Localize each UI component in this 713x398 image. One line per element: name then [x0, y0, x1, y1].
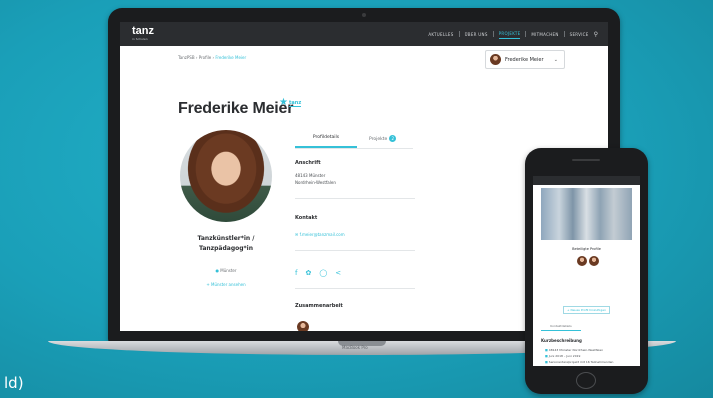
section-heading-kontakt: Kontakt — [295, 215, 318, 221]
tab-projekte[interactable]: Projekte 2 — [369, 135, 397, 142]
profile-role-line: Tanzkünstler*in / — [197, 235, 255, 242]
section-divider — [295, 198, 415, 199]
instagram-icon[interactable]: ◯ — [319, 269, 327, 277]
section-heading-zusammenarbeit: Zusammenarbeit — [295, 303, 343, 309]
section-divider — [295, 288, 415, 289]
phone-section-heading: Kurzbeschreibung — [541, 338, 582, 343]
camera-dot — [362, 13, 366, 17]
nav-item-ueber-uns[interactable]: ÜBER UNS — [465, 30, 488, 39]
phone-speaker — [572, 159, 600, 161]
phone-list-item: Juni 2018 – Juni 2019 — [545, 354, 581, 358]
nav-item-service[interactable]: SERVICE — [570, 30, 589, 39]
nav-menu: AKTUELLES ÜBER UNS PROJEKTE MITMACHEN SE… — [428, 22, 598, 46]
breadcrumb-current: Frederike Meier — [215, 55, 247, 60]
phone-avatar[interactable] — [577, 256, 587, 266]
chevron-down-icon: ⌄ — [553, 56, 558, 63]
nav-item-aktuelles[interactable]: AKTUELLES — [428, 30, 453, 39]
social-links: f ✿ ◯ < — [295, 269, 341, 277]
add-profile-button[interactable]: + Neues Profil hinzufügen — [563, 306, 610, 314]
share-icon[interactable]: < — [335, 269, 341, 277]
nav-divider — [563, 31, 565, 37]
phone-list-item: Seniorentanzprojekt mit 16 Teilnehmenden — [545, 360, 614, 364]
nav-divider — [525, 31, 527, 37]
phone-screen: Beteiligte Profile + Neues Profil hinzuf… — [533, 176, 640, 366]
contact-email-link[interactable]: ✉ f.meier@tanzmail.com — [295, 232, 345, 237]
phone-list-item: 48143 Münster Nordrhein-Westfalen — [545, 348, 603, 352]
phone-avatar[interactable] — [589, 256, 599, 266]
project-photo — [541, 188, 632, 240]
twitter-icon[interactable]: ✿ — [305, 269, 311, 277]
phone-device: Beteiligte Profile + Neues Profil hinzuf… — [525, 148, 648, 394]
avatar — [490, 54, 501, 65]
profile-photo — [180, 130, 272, 222]
site-navbar: tanz in Schulen AKTUELLES ÜBER UNS PROJE… — [120, 22, 608, 46]
breadcrumb-item[interactable]: TanzPSB — [178, 55, 195, 60]
laptop-brand-label: MacBook Pro — [342, 345, 368, 350]
phone-profiles-label: Beteiligte Profile — [572, 247, 601, 251]
caption-text: ld) — [4, 374, 24, 392]
phone-navbar — [533, 176, 640, 185]
nav-divider — [458, 31, 460, 37]
profile-role: Tanzkünstler*in / Tanzpädagog*in — [178, 234, 274, 254]
count-badge: 2 — [389, 135, 397, 142]
profile-switcher-name: Frederike Meier — [505, 56, 544, 63]
nav-item-mitmachen[interactable]: MITMACHEN — [531, 30, 558, 39]
profile-role-line: Tanzpädagog*in — [199, 245, 253, 252]
profile-tabs: Profildetails Projekte 2 — [295, 135, 413, 149]
location-pin-icon: ● — [215, 268, 219, 273]
site-logo-subtitle: in Schulen — [132, 37, 148, 41]
site-logo[interactable]: tanz — [132, 26, 154, 37]
location-text: Münster — [220, 268, 237, 273]
profile-location: ● Münster — [178, 268, 274, 273]
address-text: 48143 Münster Nordrhein-Westfalen — [295, 173, 336, 185]
search-icon[interactable]: ⚲ — [594, 31, 598, 38]
tab-profildetails[interactable]: Profildetails — [295, 135, 357, 148]
collaborator-avatar[interactable] — [297, 321, 309, 331]
nav-divider — [492, 31, 494, 37]
phone-tab-kontaktdetails[interactable]: Kontaktdetails — [541, 324, 581, 331]
nav-item-projekte[interactable]: PROJEKTE — [498, 29, 521, 39]
tanz-mini-logo: tanz — [289, 100, 302, 107]
star-icon: ★ — [279, 97, 288, 108]
section-heading-anschrift: Anschrift — [295, 160, 321, 166]
location-link[interactable]: + Münster ansehen — [178, 282, 274, 287]
phone-home-button[interactable] — [576, 372, 596, 389]
profile-switcher-dropdown[interactable]: Frederike Meier ⌄ — [485, 50, 565, 69]
breadcrumb: TanzPSB › Profile › Frederike Meier — [178, 55, 247, 60]
breadcrumb-item[interactable]: Profile — [199, 55, 211, 60]
facebook-icon[interactable]: f — [295, 269, 297, 277]
page-title: Frederike Meier — [178, 100, 294, 117]
section-divider — [295, 250, 415, 251]
